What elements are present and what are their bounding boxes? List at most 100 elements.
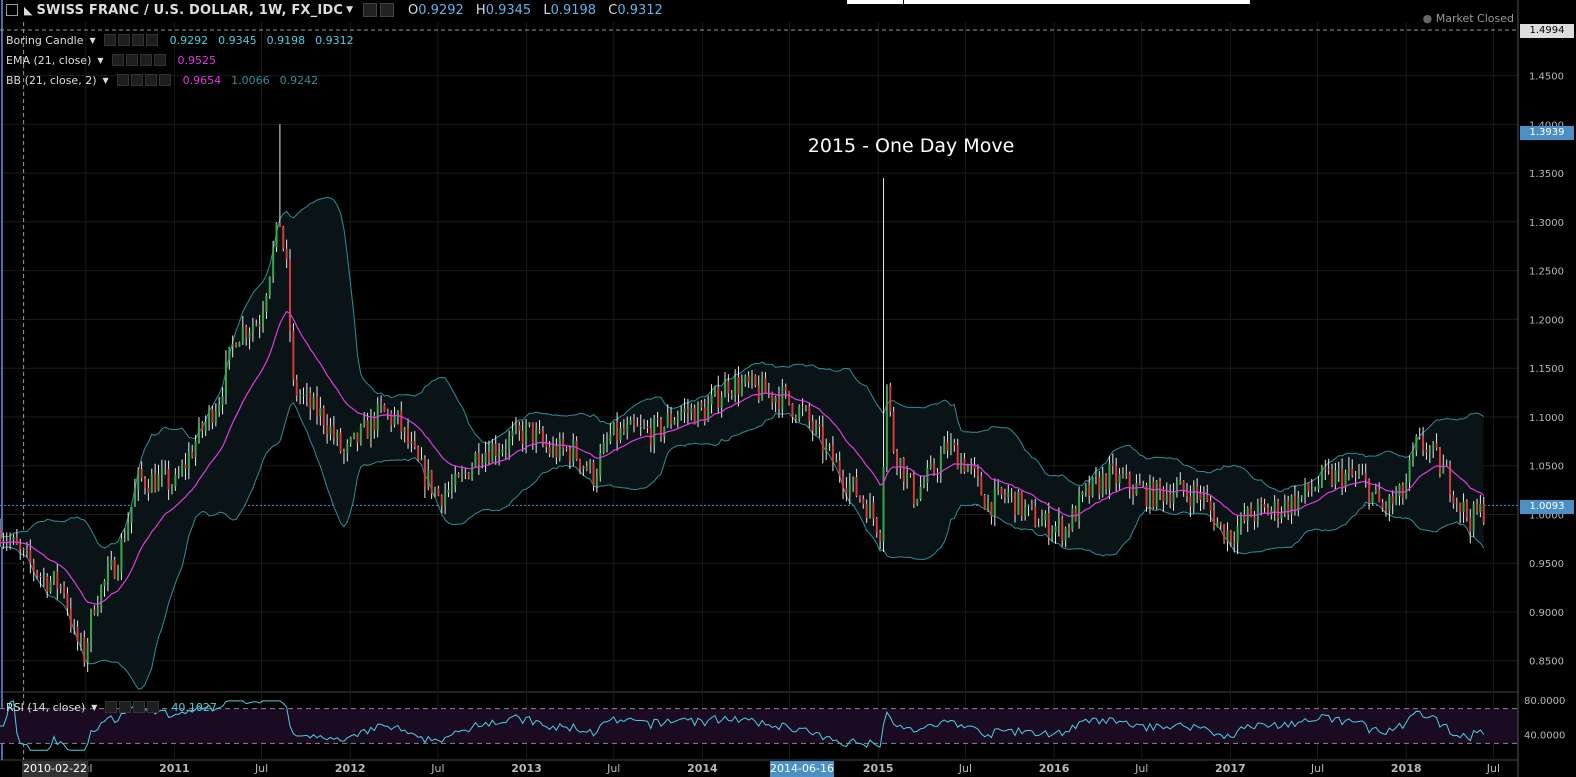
candle-body xyxy=(579,459,582,469)
candle-body xyxy=(1428,448,1431,453)
candle-body xyxy=(423,458,426,488)
candle-body xyxy=(407,428,410,444)
candle-body xyxy=(427,470,430,488)
candle-body xyxy=(214,411,217,423)
indicator-value: 0.9345 xyxy=(218,33,257,47)
price-tick-label: 0.9500 xyxy=(1529,559,1564,570)
candle-body xyxy=(1027,504,1030,507)
chevron-down-icon[interactable]: ▼ xyxy=(91,703,97,712)
price-chart[interactable]: 0.85000.90000.95001.00001.05001.10001.15… xyxy=(0,0,1576,777)
candle-body xyxy=(1206,495,1209,501)
candle-body xyxy=(454,474,457,486)
candle-body xyxy=(1138,482,1141,486)
candle-body xyxy=(336,432,339,439)
candle-body xyxy=(595,475,598,486)
time-tick-label: Jul xyxy=(430,762,444,775)
candle-body xyxy=(555,445,558,458)
rsi-name[interactable]: RSI (14, close) xyxy=(6,701,85,714)
candle-body xyxy=(599,452,602,476)
price-tick-label: 1.4500 xyxy=(1529,72,1564,83)
candle-body xyxy=(511,430,514,437)
candle-body xyxy=(956,445,959,470)
candle-body xyxy=(1202,495,1205,500)
candle-body xyxy=(939,454,942,474)
candle-body xyxy=(818,424,821,427)
candle-body xyxy=(848,483,851,494)
candle-body xyxy=(858,496,861,499)
candle-body xyxy=(39,575,42,577)
candle-body xyxy=(498,453,501,456)
indicator-name[interactable]: BB (21, close, 2) xyxy=(6,74,97,87)
candle-body xyxy=(757,385,760,400)
chevron-down-icon[interactable]: ▼ xyxy=(346,5,353,15)
candle-body xyxy=(845,488,848,494)
candle-body xyxy=(639,425,642,427)
candle-body xyxy=(83,637,86,663)
candle-body xyxy=(326,424,329,435)
candle-body xyxy=(740,382,743,395)
settings-icon[interactable] xyxy=(363,3,378,17)
candle-body xyxy=(231,343,234,347)
candle-body xyxy=(1148,481,1151,507)
candle-body xyxy=(460,473,463,477)
candle-body xyxy=(643,425,646,427)
candle-body xyxy=(1105,474,1108,490)
candle-body xyxy=(1152,481,1155,507)
candle-body xyxy=(1054,526,1057,533)
candle-body xyxy=(1000,487,1003,495)
candle-body xyxy=(717,387,720,408)
hide-icon[interactable] xyxy=(380,3,395,17)
candle-body xyxy=(15,537,18,545)
candle-body xyxy=(154,474,157,491)
indicator-row: Boring Candle ▼ 0.9292 0.9345 0.9198 0.9312 xyxy=(6,32,364,48)
symbol-title[interactable]: SWISS FRANC / U.S. DOLLAR, 1W, FX_IDC xyxy=(36,3,343,18)
candle-body xyxy=(1482,503,1485,523)
candle-body xyxy=(825,445,828,453)
indicator-value: 0.9242 xyxy=(279,73,319,87)
candle-body xyxy=(211,409,214,423)
candle-body xyxy=(1317,484,1320,490)
time-tick-label: 2016 xyxy=(1039,762,1070,775)
candle-body xyxy=(289,259,292,331)
candle-body xyxy=(788,390,791,404)
candle-body xyxy=(430,470,433,494)
candle-body xyxy=(673,420,676,424)
candle-body xyxy=(781,386,784,410)
candle-body xyxy=(656,418,659,420)
candle-body xyxy=(1401,484,1404,499)
candle-body xyxy=(1438,448,1441,474)
candle-body xyxy=(228,346,231,361)
collapse-icon[interactable] xyxy=(6,4,18,16)
candle-body xyxy=(157,475,160,491)
indicator-value: 0.9198 xyxy=(266,33,306,47)
candle-body xyxy=(393,416,396,425)
indicator-controls[interactable] xyxy=(103,34,160,46)
candle-body xyxy=(1111,463,1114,466)
candle-body xyxy=(1411,450,1414,460)
candle-body xyxy=(56,571,59,589)
candle-body xyxy=(46,576,49,592)
candle-body xyxy=(1003,494,1006,498)
chevron-down-icon[interactable]: ▼ xyxy=(103,76,109,85)
candle-body xyxy=(133,489,136,507)
candle-body xyxy=(761,378,764,400)
candle-body xyxy=(504,449,507,451)
price-tick-label: 1.3000 xyxy=(1529,218,1564,229)
indicator-controls[interactable] xyxy=(111,54,168,66)
candle-body xyxy=(842,476,845,489)
candle-body xyxy=(889,386,892,412)
candle-body xyxy=(1115,465,1118,484)
chevron-down-icon[interactable]: ▼ xyxy=(97,56,103,65)
indicator-controls[interactable] xyxy=(116,74,173,86)
price-tick-label: 0.8500 xyxy=(1529,657,1564,668)
candle-body xyxy=(997,487,1000,489)
candle-body xyxy=(514,425,517,431)
candle-body xyxy=(737,377,740,395)
price-axis[interactable]: 0.85000.90000.95001.00001.05001.10001.15… xyxy=(1517,0,1576,777)
rsi-controls[interactable] xyxy=(105,701,161,713)
indicator-name[interactable]: Boring Candle xyxy=(6,34,84,47)
candle-body xyxy=(1034,506,1037,527)
chevron-down-icon[interactable]: ▼ xyxy=(90,36,96,45)
ohlc-readout: O0.9292 H0.9345 L0.9198 C0.9312 xyxy=(408,2,663,18)
indicator-name[interactable]: EMA (21, close) xyxy=(6,54,91,67)
